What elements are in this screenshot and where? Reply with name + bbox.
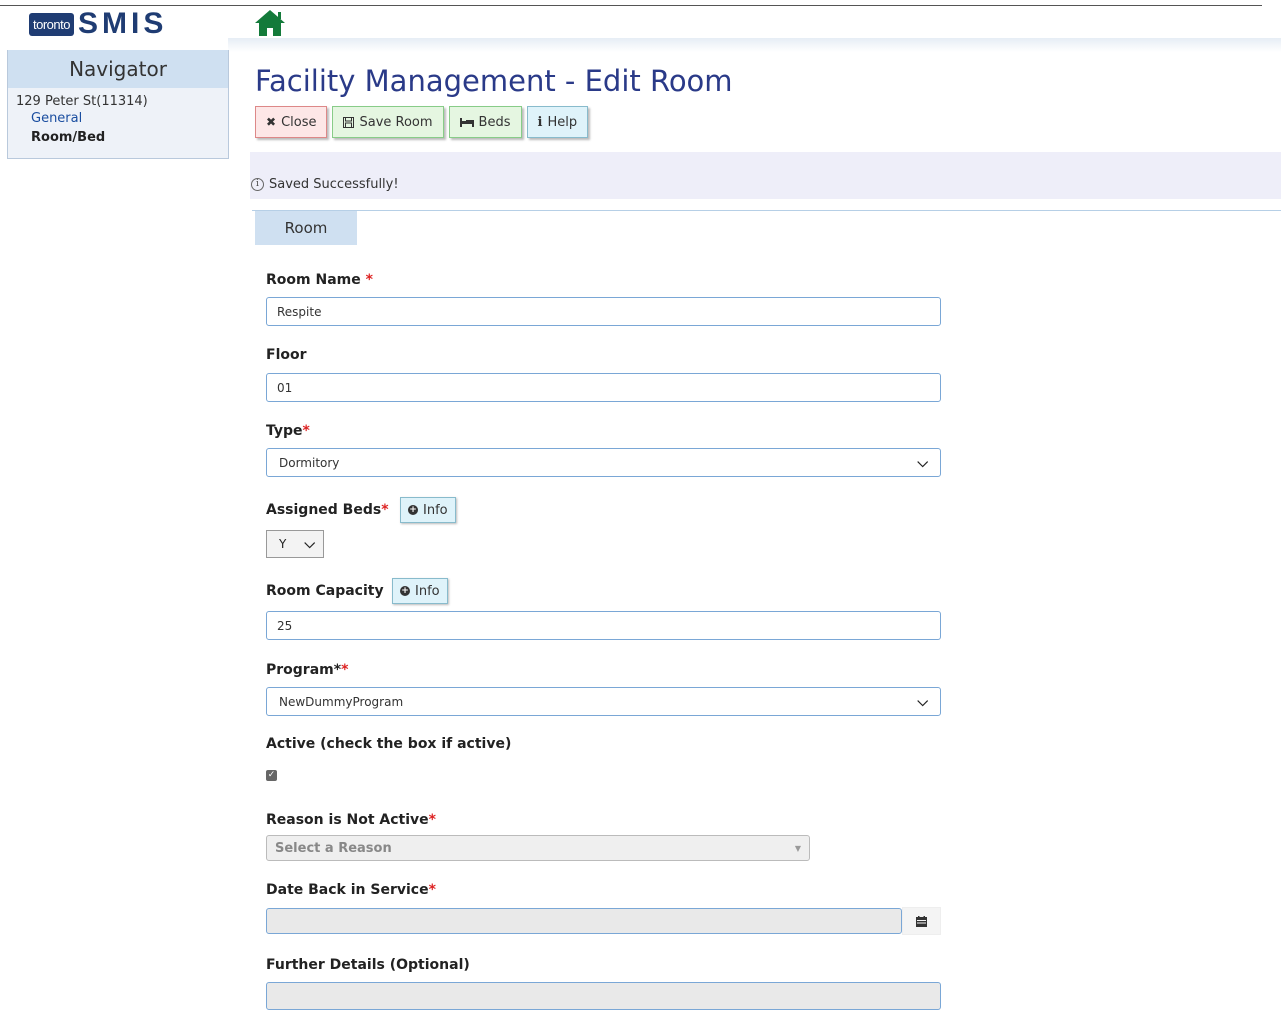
floor-label: Floor [266, 347, 307, 363]
program-label: Program** [266, 662, 348, 678]
further-details-input[interactable] [266, 982, 941, 1010]
help-label: Help [547, 114, 578, 130]
active-checkbox[interactable]: ✓ [266, 770, 277, 781]
chevron-down-icon: ⌵ [917, 454, 928, 471]
info-button-label: Info [423, 502, 448, 518]
nav-item-general[interactable]: General [8, 109, 228, 128]
caret-down-icon: ▼ [794, 843, 801, 853]
required-mark: * [428, 882, 436, 898]
save-label: Save Room [359, 114, 433, 130]
date-back-label-text: Date Back in Service [266, 882, 429, 898]
reason-select[interactable]: Select a Reason ▼ [266, 835, 810, 861]
room-capacity-input[interactable] [266, 611, 941, 640]
required-mark: * [341, 662, 349, 678]
home-icon[interactable] [252, 8, 288, 38]
type-label: Type* [266, 423, 310, 439]
assigned-beds-select[interactable]: Y ⌵ [266, 530, 324, 558]
program-select[interactable]: NewDummyProgram ⌵ [266, 687, 941, 716]
assigned-beds-label-text: Assigned Beds [266, 502, 382, 518]
date-back-input[interactable] [266, 908, 902, 934]
reason-label-text: Reason is Not Active [266, 812, 429, 828]
assigned-beds-value: Y [279, 537, 287, 551]
top-border [0, 5, 1262, 6]
room-capacity-info-button[interactable]: + Info [392, 578, 448, 604]
tab-room[interactable]: Room [255, 211, 357, 245]
beds-button[interactable]: Beds [448, 106, 522, 138]
required-mark: * [365, 272, 373, 288]
tab-divider [252, 210, 1281, 211]
further-details-label: Further Details (Optional) [266, 957, 470, 973]
room-name-label: Room Name * [266, 272, 373, 288]
type-select-value: Dormitory [279, 455, 340, 470]
status-message: i Saved Successfully! [251, 177, 399, 192]
assigned-beds-info-button[interactable]: + Info [400, 497, 456, 523]
plus-circle-icon: + [408, 505, 418, 515]
required-mark: * [302, 423, 310, 439]
close-icon: ✖ [266, 115, 277, 129]
navigator-title: Navigator [8, 50, 228, 88]
room-capacity-label: Room Capacity [266, 583, 384, 599]
chevron-down-icon: ⌵ [917, 693, 928, 710]
room-name-input[interactable] [266, 297, 941, 326]
assigned-beds-label: Assigned Beds* [266, 502, 389, 518]
header-band [228, 38, 1281, 52]
active-label: Active (check the box if active) [266, 736, 512, 752]
type-label-text: Type [266, 423, 303, 439]
app-logo[interactable]: toronto SMIS [29, 7, 168, 40]
chevron-down-icon: ⌵ [304, 536, 315, 552]
required-mark: * [381, 502, 389, 518]
nav-item-room-bed[interactable]: Room/Bed [8, 128, 228, 147]
page-title: Facility Management - Edit Room [255, 64, 733, 98]
floor-input[interactable] [266, 373, 941, 402]
type-select[interactable]: Dormitory ⌵ [266, 448, 941, 477]
plus-circle-icon: + [400, 586, 410, 596]
logo-app-name: SMIS [77, 7, 168, 40]
calendar-button[interactable] [902, 907, 941, 935]
required-mark: * [428, 812, 436, 828]
program-select-value: NewDummyProgram [279, 694, 404, 709]
room-name-label-text: Room Name [266, 272, 361, 288]
program-label-text: Program* [266, 662, 342, 678]
bed-icon [459, 118, 474, 127]
message-band [250, 152, 1281, 199]
navigator-facility: 129 Peter St(11314) [16, 94, 148, 109]
calendar-icon [916, 915, 927, 927]
save-room-button[interactable]: Save Room [332, 106, 444, 138]
save-icon [343, 116, 355, 128]
navigator-panel: Navigator 129 Peter St(11314) General Ro… [7, 50, 229, 159]
toolbar: ✖ Close Save Room Beds i Help [255, 106, 589, 138]
close-button[interactable]: ✖ Close [255, 106, 328, 138]
reason-placeholder: Select a Reason [275, 840, 392, 856]
help-button[interactable]: i Help [526, 106, 589, 138]
reason-label: Reason is Not Active* [266, 812, 436, 828]
info-icon: i [251, 178, 264, 191]
date-back-label: Date Back in Service* [266, 882, 436, 898]
beds-label: Beds [478, 114, 511, 130]
help-icon: i [537, 114, 543, 130]
close-label: Close [281, 114, 317, 130]
logo-city: toronto [29, 12, 74, 36]
status-message-text: Saved Successfully! [269, 177, 399, 192]
info-button-label: Info [415, 583, 440, 599]
